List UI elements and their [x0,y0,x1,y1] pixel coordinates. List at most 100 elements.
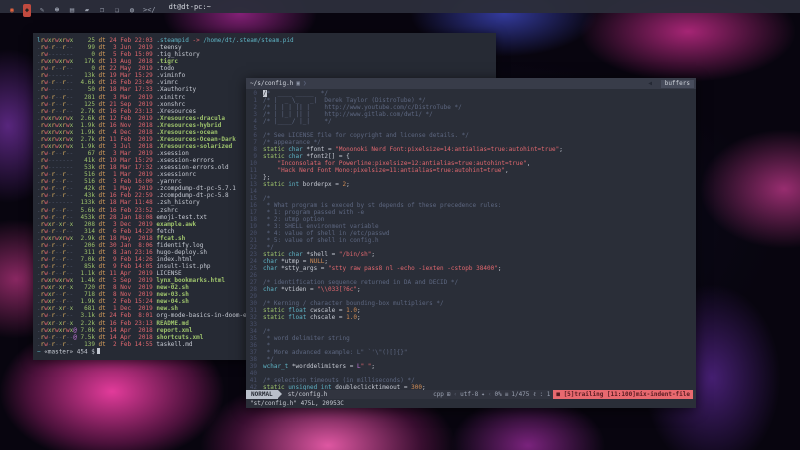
file-name: .zsh_history [153,199,200,206]
file-name: .yarnrc [153,178,182,185]
top-bar: ◉◆✎☻▤▰❐❏◍></ dt@dt-pc:~ [0,0,800,13]
line-number: 3 [246,111,257,118]
buffers-button[interactable]: buffers [661,80,694,88]
workspace-icon[interactable]: ◆ [23,4,31,17]
code-line: 25char *stty_args = "stty raw pass8 nl -… [246,265,696,272]
code-line: 26 [246,272,696,279]
file-name: ffcat.sh [153,235,186,242]
file-name: fetch [153,228,175,235]
code-line: 38 */ [246,356,696,363]
window-icon[interactable]: ❐ [98,4,106,17]
file-name: .Xresources-dracula [153,115,225,122]
vim-command-line: "st/config.h" 475L, 20953C [246,399,696,408]
code-line: 15/* [246,195,696,202]
code-icon[interactable]: ></ [143,4,156,17]
line-number: 1 [246,97,257,104]
file-name: .zshrc [153,207,178,214]
line-number: 29 [246,293,257,300]
file-name: .xsessionrc [153,171,196,178]
file-name: emoji-test.txt [153,214,207,221]
line-number: 19 [246,223,257,230]
file-name: new-04.sh [153,298,189,305]
line-number: 4 [246,118,257,125]
file-name: .Xauthority [153,86,196,93]
line-number: 15 [246,195,257,202]
file-name: .xsession-errors.old [153,164,229,171]
code-line: 30/* Kerning / character bounding-box mu… [246,300,696,307]
line-number: 9 [246,153,257,160]
line-number: 40 [246,370,257,377]
line-number: 22 [246,244,257,251]
file-name: .viminfo [153,72,186,79]
line-number: 12 [246,174,257,181]
file-name: LICENSE [153,270,182,277]
line-number: 32 [246,314,257,321]
file-name: .Xresources [153,108,196,115]
file-name: .Xresources-hybrid [153,122,222,129]
folder-icon[interactable]: ▰ [83,4,91,17]
line-number: 14 [246,188,257,195]
file-row: .rw-r--r-- 0 dt 22 May 2019 .todo [37,65,496,72]
code-line: 29 [246,293,696,300]
line-number: 20 [246,230,257,237]
line-number: 26 [246,272,257,279]
file-name: .zcompdump-dt-pc-5.8 [153,192,229,199]
line-number: 34 [246,328,257,335]
code-line: 17 * 1: program passed with -e [246,209,696,216]
code-line: 1/* | _ \_ _| Derek Taylor (DistroTube) … [246,97,696,104]
launcher-icon[interactable]: ◉ [8,4,16,17]
tab-config-h[interactable]: ~/s/config.h [250,78,293,89]
chevron-right-icon: ❯ [303,80,307,87]
line-number: 28 [246,286,257,293]
files-icon[interactable]: ❏ [113,4,121,17]
code-line: 16 * What program is execed by st depend… [246,202,696,209]
code-line: 21 * 5: value of shell in config.h [246,237,696,244]
line-number: 11 [246,167,257,174]
line-number: 35 [246,335,257,342]
code-line: 10 "Inconsolata for Powerline:pixelsize=… [246,160,696,167]
code-line: 3/* | |_| || | http://www.gitlab.com/dwt… [246,111,696,118]
editor-buffer[interactable]: 0/* ____ _____ */1/* | _ \_ _| Derek Tay… [246,89,696,390]
vim-tabline: ~/s/config.h ▣ ❯ ◀ buffers [246,78,696,89]
separator-icon: ‹ [454,390,458,399]
filetype-indicator: cpp [433,390,444,399]
scroll-percent: 0% [494,390,501,399]
code-line: 40 [246,370,696,377]
code-line: 19 * 3: SHELL environment variable [246,223,696,230]
desktop: ◉◆✎☻▤▰❐❏◍></ dt@dt-pc:~ lrwxrwxrwx 25 dt… [0,0,800,450]
code-line: 33 [246,321,696,328]
vim-editor-window[interactable]: ~/s/config.h ▣ ❯ ◀ buffers 0/* ____ ____… [246,78,696,408]
line-number: 25 [246,265,257,272]
globe-icon[interactable]: ◍ [128,4,136,17]
line-number: 21 [246,237,257,244]
statusline-right: cpp ⊞ ‹ utf-8 ✦ ‹ 0% ≡ 1/475 ℓ : 1 ■ [5]… [433,390,696,399]
lint-warning-badge: ■ [5]trailing [11:100]mix-indent-file [553,390,693,399]
prompt-history-number: 454 [77,348,88,355]
vim-statusline: NORMAL st/config.h cpp ⊞ ‹ utf-8 ✦ ‹ 0% … [246,390,696,399]
code-line: 36 * [246,342,696,349]
user-icon[interactable]: ☻ [53,4,61,17]
mode-indicator: NORMAL [246,390,278,399]
line-number: 41 [246,377,257,384]
file-name: taskell.md [153,341,193,348]
prompt-git-branch: «master» [44,348,73,355]
line-number: 30 [246,300,257,307]
image-icon[interactable]: ▤ [68,4,76,17]
file-row: .rw-r--r-- 99 dt 3 Jun 2019 .teensy [37,44,496,51]
code-line: 24char *utmp = NULL; [246,258,696,265]
line-number: 36 [246,342,257,349]
code-line: 7/* appearance */ [246,139,696,146]
line-number: 27 [246,279,257,286]
code-line: 35 * word delimiter string [246,335,696,342]
file-name: example.awk [153,221,196,228]
code-line: 12}; [246,174,696,181]
symlink-target: /home/dt/.steam/steam.pid [203,37,293,44]
line-number: 33 [246,321,257,328]
file-name: insult-list.php [153,263,211,270]
code-line: 8static char *font = "Mononoki Nerd Font… [246,146,696,153]
line-number: 38 [246,356,257,363]
pen-icon[interactable]: ✎ [38,4,46,17]
file-name: .xinitrc [153,94,186,101]
code-line: 41/* selection timeouts (in milliseconds… [246,377,696,384]
line-number: 5 [246,125,257,132]
